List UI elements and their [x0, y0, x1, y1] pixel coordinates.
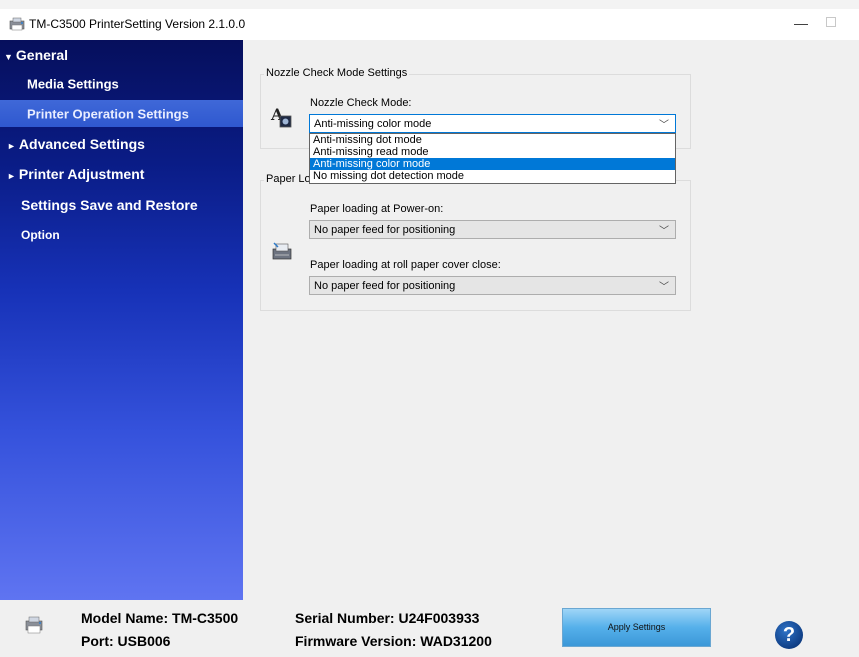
model-name: Model Name: TM-C3500 — [81, 610, 239, 626]
sidebar-item-general[interactable]: ▼ General — [0, 41, 243, 68]
chevron-down-icon: ﹀ — [659, 282, 669, 293]
sidebar-item-label: Media Settings — [27, 76, 119, 91]
maximize-button[interactable] — [826, 17, 836, 27]
apply-settings-button[interactable]: Apply Settings — [562, 608, 711, 647]
sidebar-item-label: Settings Save and Restore — [21, 196, 198, 213]
nozzle-check-mode-label: Nozzle Check Mode: — [310, 97, 412, 109]
nozzle-check-icon: A — [270, 105, 292, 128]
nozzle-check-mode-select[interactable]: Anti-missing color mode ﹀ — [309, 114, 676, 133]
dropdown-option-highlighted[interactable]: Anti-missing color mode — [310, 158, 675, 170]
sidebar-item-media-settings[interactable]: Media Settings — [0, 70, 243, 97]
dropdown-option[interactable]: No missing dot detection mode — [310, 170, 675, 182]
nozzle-check-mode-dropdown: Anti-missing dot mode Anti-missing read … — [309, 133, 676, 184]
dropdown-option[interactable]: Anti-missing dot mode — [310, 134, 675, 146]
sidebar-item-label: Printer Adjustment — [18, 165, 145, 182]
cover-close-label: Paper loading at roll paper cover close: — [310, 259, 501, 271]
sidebar-nav: ▼ General Media Settings Printer Operatio… — [0, 40, 243, 600]
chevron-down-icon: ﹀ — [659, 120, 669, 131]
minimize-button[interactable]: — — [791, 13, 811, 33]
chevron-down-icon: ﹀ — [659, 226, 669, 237]
printer-icon — [25, 616, 43, 634]
group-title: Nozzle Check Mode Settings — [264, 67, 410, 79]
sidebar-item-option[interactable]: Option — [0, 221, 243, 248]
window-title: TM-C3500 PrinterSetting Version 2.1.0.0 — [29, 17, 246, 31]
help-icon[interactable]: ? — [775, 621, 803, 649]
sidebar-item-printer-operation-settings[interactable]: Printer Operation Settings — [0, 100, 243, 127]
selected-value: Anti-missing color mode — [314, 118, 432, 130]
printer-icon — [9, 17, 25, 31]
dropdown-option[interactable]: Anti-missing read mode — [310, 146, 675, 158]
paper-loading-icon — [272, 242, 292, 260]
selected-value: No paper feed for positioning — [314, 224, 456, 236]
serial-number: Serial Number: U24F003933 — [295, 610, 480, 626]
sidebar-item-settings-save-restore[interactable]: Settings Save and Restore — [0, 191, 243, 218]
power-on-select[interactable]: No paper feed for positioning ﹀ — [309, 220, 676, 239]
sidebar-item-label: Printer Operation Settings — [27, 106, 189, 121]
top-strip — [0, 0, 859, 9]
sidebar-item-label: Advanced Settings — [18, 135, 145, 152]
sidebar-item-label: General — [15, 46, 69, 63]
firmware-version: Firmware Version: WAD31200 — [295, 633, 492, 649]
sidebar-item-label: Option — [21, 227, 60, 242]
power-on-label: Paper loading at Power-on: — [310, 203, 444, 215]
sidebar-item-printer-adjustment[interactable]: ► Printer Adjustment — [0, 160, 243, 187]
sidebar-item-advanced-settings[interactable]: ► Advanced Settings — [0, 130, 243, 157]
chevron-right-icon: ► — [7, 140, 16, 151]
chevron-down-icon: ▼ — [4, 51, 13, 62]
selected-value: No paper feed for positioning — [314, 280, 456, 292]
port: Port: USB006 — [81, 633, 171, 649]
cover-close-select[interactable]: No paper feed for positioning ﹀ — [309, 276, 676, 295]
chevron-right-icon: ► — [7, 170, 16, 181]
